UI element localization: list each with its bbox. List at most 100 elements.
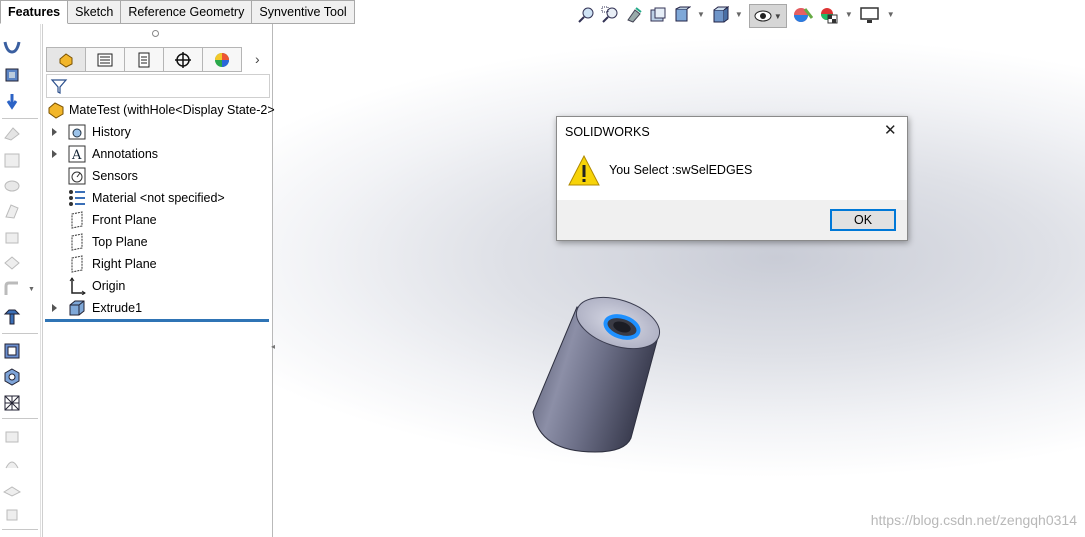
history-icon: [68, 124, 86, 140]
shell-icon[interactable]: [3, 342, 21, 360]
display-style-icon[interactable]: [711, 6, 729, 24]
tab-configuration-manager[interactable]: [125, 47, 164, 72]
plane-icon: [71, 233, 83, 251]
filter-box[interactable]: [46, 74, 270, 98]
tree-item-history[interactable]: History: [43, 121, 271, 143]
separator: [2, 118, 38, 119]
plane-icon: [71, 255, 83, 273]
cylinder-model[interactable]: [273, 0, 1085, 537]
tree-item-extrude1[interactable]: Extrude1: [43, 297, 271, 319]
feature-manager-panel: › MateTest (withHole<Display State-2> Hi…: [42, 24, 275, 537]
revolved-cut-icon: [5, 204, 19, 219]
plane-icon: [71, 211, 83, 229]
section-view-icon[interactable]: [649, 6, 667, 24]
tree-root-label: MateTest (withHole<Display State-2>: [69, 103, 275, 117]
tree-item-label: Origin: [92, 279, 126, 293]
configuration-manager-icon: [138, 52, 150, 67]
separator: [2, 418, 38, 419]
swept-cut-icon: [5, 232, 19, 244]
dialog-footer: OK: [557, 200, 907, 240]
extruded-cut-icon: [4, 180, 20, 192]
view-orientation-icon[interactable]: [673, 6, 691, 24]
curves-icon: [5, 461, 19, 469]
dropdown-caret-icon[interactable]: ▼: [697, 6, 705, 26]
hide-show-items-icon: [754, 10, 772, 22]
tree-item-label: Annotations: [92, 147, 159, 161]
command-strip: ▼: [0, 24, 41, 537]
display-manager-icon: [215, 52, 229, 67]
tab-reference-geometry[interactable]: Reference Geometry: [121, 0, 253, 24]
feature-manager-icon: [59, 52, 73, 68]
swept-boss-icon[interactable]: [3, 92, 21, 110]
tree-item-label: History: [92, 125, 131, 139]
panel-splitter-handle[interactable]: ◂: [271, 342, 278, 352]
expand-arrow-icon[interactable]: [52, 150, 57, 158]
extruded-boss-icon[interactable]: [3, 38, 21, 56]
edit-appearance-icon[interactable]: [793, 6, 813, 24]
view-settings-icon[interactable]: [859, 6, 881, 24]
apply-scene-icon[interactable]: [819, 6, 839, 24]
dropdown-caret-icon[interactable]: ▼: [887, 6, 895, 26]
tab-dimxpert[interactable]: [164, 47, 203, 72]
part-icon: [48, 102, 64, 119]
revolved-boss-icon[interactable]: [3, 66, 21, 84]
tree-item-label: Material <not specified>: [92, 191, 225, 205]
tab-property-manager[interactable]: [86, 47, 125, 72]
tab-synventive-tool[interactable]: Synventive Tool: [252, 0, 355, 24]
tree-item-top-plane[interactable]: Top Plane: [43, 231, 271, 253]
tree-item-origin[interactable]: Origin: [43, 275, 271, 297]
tree-item-label: Top Plane: [92, 235, 148, 249]
lofted-cut-icon: [4, 256, 20, 270]
dialog-title: SOLIDWORKS: [565, 125, 650, 139]
svg-text:A: A: [71, 148, 82, 163]
hole-wizard-icon[interactable]: [3, 308, 21, 326]
tab-feature-manager[interactable]: [46, 47, 86, 72]
tree-item-label: Front Plane: [92, 213, 157, 227]
fillet-icon: [4, 281, 18, 295]
lofted-boss-icon: [4, 127, 20, 141]
tree-item-annotations[interactable]: A Annotations: [43, 143, 271, 165]
annotations-icon: A: [68, 145, 86, 163]
ok-button[interactable]: OK: [830, 209, 896, 231]
sensors-icon: [68, 167, 86, 185]
tree-item-material[interactable]: Material <not specified>: [43, 187, 271, 209]
tree-item-label: Sensors: [92, 169, 138, 183]
panel-tabs: [46, 47, 242, 72]
origin-icon: [69, 277, 86, 295]
tree-item-right-plane[interactable]: Right Plane: [43, 253, 271, 275]
panel-scroll-arrow[interactable]: ›: [255, 51, 260, 67]
expand-arrow-icon[interactable]: [52, 304, 57, 312]
reference-geometry-icon: [3, 486, 21, 497]
separator: [2, 333, 38, 334]
dropdown-caret-icon[interactable]: ▼: [28, 286, 35, 293]
tab-display-manager[interactable]: [203, 47, 242, 72]
watermark: https://blog.csdn.net/zengqh0314: [870, 512, 1077, 528]
zoom-to-fit-icon[interactable]: [577, 6, 595, 24]
message-dialog: SOLIDWORKS ✕ You Select :swSelEDGES OK: [556, 116, 908, 241]
close-icon[interactable]: ✕: [884, 121, 897, 139]
panel-grip-icon[interactable]: [152, 30, 159, 37]
filter-icon: [50, 79, 68, 94]
dropdown-caret-icon[interactable]: ▼: [735, 6, 743, 26]
previous-view-icon[interactable]: [625, 6, 643, 24]
hide-show-items-button[interactable]: ▼: [748, 4, 787, 28]
rollback-bar[interactable]: [45, 319, 269, 322]
graphics-area[interactable]: ▼ ▼ ▼ ▼ ▼: [273, 0, 1085, 537]
tree-item-front-plane[interactable]: Front Plane: [43, 209, 271, 231]
tab-sketch[interactable]: Sketch: [68, 0, 122, 24]
rib-icon[interactable]: [3, 368, 21, 386]
tab-features[interactable]: Features: [0, 0, 69, 24]
command-manager-tabs: Features Sketch Reference Geometry Synve…: [0, 0, 355, 24]
boundary-boss-icon: [4, 153, 20, 168]
dropdown-caret-icon[interactable]: ▼: [845, 6, 853, 26]
material-icon: [69, 190, 85, 206]
extrude-icon: [69, 300, 85, 316]
tree-item-sensors[interactable]: Sensors: [43, 165, 271, 187]
heads-up-toolbar: ▼ ▼ ▼ ▼ ▼: [577, 4, 895, 28]
tree-item-label: Extrude1: [92, 301, 143, 315]
instant3d-icon: [6, 509, 18, 521]
dimxpert-icon: [175, 51, 191, 68]
zoom-to-area-icon[interactable]: [601, 6, 619, 24]
expand-arrow-icon[interactable]: [52, 128, 57, 136]
linear-pattern-icon[interactable]: [3, 394, 21, 412]
